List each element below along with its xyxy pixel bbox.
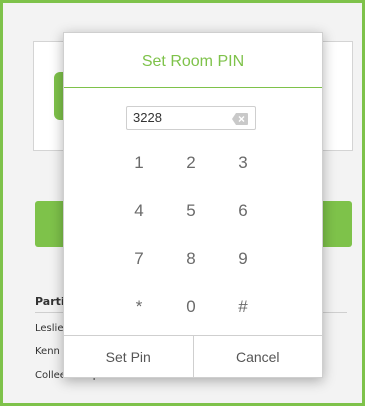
keypad: 1 2 3 4 5 6 7 8 9 * 0 # bbox=[113, 139, 269, 331]
set-room-pin-dialog: Set Room PIN 3228 1 2 3 4 5 6 7 8 9 * 0 … bbox=[63, 32, 323, 378]
key-7[interactable]: 7 bbox=[113, 235, 165, 283]
key-3[interactable]: 3 bbox=[217, 139, 269, 187]
key-4[interactable]: 4 bbox=[113, 187, 165, 235]
key-6[interactable]: 6 bbox=[217, 187, 269, 235]
dialog-title: Set Room PIN bbox=[141, 53, 245, 70]
key-5[interactable]: 5 bbox=[165, 187, 217, 235]
pin-input[interactable]: 3228 bbox=[126, 106, 256, 130]
key-1[interactable]: 1 bbox=[113, 139, 165, 187]
title-divider bbox=[64, 87, 322, 88]
backspace-icon[interactable] bbox=[231, 111, 249, 125]
key-8[interactable]: 8 bbox=[165, 235, 217, 283]
participants-heading: Parti bbox=[35, 295, 65, 308]
cancel-button[interactable]: Cancel bbox=[194, 336, 323, 378]
participant-item: Kenn bbox=[35, 346, 60, 357]
key-0[interactable]: 0 bbox=[165, 283, 217, 331]
dialog-footer: Set Pin Cancel bbox=[64, 335, 322, 378]
participant-item: Leslie bbox=[35, 323, 64, 334]
key-2[interactable]: 2 bbox=[165, 139, 217, 187]
key-9[interactable]: 9 bbox=[217, 235, 269, 283]
key-hash[interactable]: # bbox=[217, 283, 269, 331]
set-pin-button[interactable]: Set Pin bbox=[64, 336, 193, 378]
key-star[interactable]: * bbox=[113, 283, 165, 331]
pin-value: 3228 bbox=[133, 110, 162, 125]
